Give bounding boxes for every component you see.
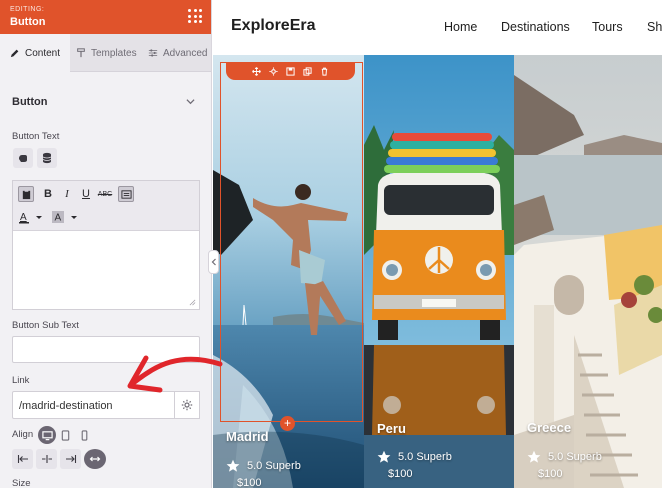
italic-button[interactable]: I (59, 186, 75, 202)
nav-home[interactable]: Home (444, 20, 477, 34)
underline-button[interactable]: U (78, 186, 94, 202)
strikethrough-button[interactable]: ABC (97, 186, 113, 202)
card-rating-text: 5.0 Superb (247, 460, 301, 472)
paste-button[interactable] (18, 186, 34, 202)
card-rating: 5.0 Superb (527, 450, 602, 464)
align-right-button[interactable] (60, 449, 81, 469)
tablet-icon (61, 429, 69, 441)
destination-card-madrid[interactable]: Madrid 5.0 Superb $100 + (213, 55, 364, 488)
align-center-button[interactable] (36, 449, 57, 469)
card-rating: 5.0 Superb (377, 450, 452, 464)
nav-shop[interactable]: Sh (647, 20, 662, 34)
toolbar-toggle-icon (120, 189, 132, 199)
paint-roller-icon (77, 48, 85, 58)
settings-icon[interactable] (269, 66, 278, 76)
card-rating: 5.0 Superb (226, 459, 301, 473)
nav-destinations[interactable]: Destinations (501, 20, 570, 34)
panel-title: Button (10, 16, 46, 28)
text-color-button[interactable]: A (18, 209, 46, 225)
panel-header: EDITING: Button (0, 0, 211, 34)
card-title: Madrid (226, 429, 269, 444)
pencil-icon (10, 49, 19, 58)
tab-advanced-label: Advanced (163, 47, 208, 59)
tab-templates-label: Templates (91, 47, 137, 59)
tab-content-label: Content (25, 47, 61, 59)
destination-card-peru[interactable]: Peru 5.0 Superb $100 (364, 55, 514, 488)
align-left-icon (17, 455, 28, 463)
add-module-button[interactable]: + (280, 416, 295, 431)
collapse-panel-handle[interactable] (208, 250, 219, 274)
star-icon (527, 450, 541, 463)
save-icon[interactable] (286, 66, 295, 76)
card-title: Greece (527, 420, 572, 435)
tab-templates[interactable]: Templates (76, 34, 137, 72)
site-logo[interactable]: ExploreEra (231, 17, 315, 35)
device-tablet-button[interactable] (56, 426, 74, 444)
nav-tours[interactable]: Tours (592, 20, 623, 34)
mobile-icon (81, 429, 87, 441)
chevron-left-icon (211, 258, 216, 266)
page-preview: ExploreEra Home Destinations Tours Sh Ma… (213, 0, 662, 488)
red-arrow-annotation (127, 355, 223, 393)
move-icon[interactable] (252, 66, 261, 76)
sliders-icon (148, 49, 158, 57)
dynamic-data-button[interactable] (37, 148, 57, 168)
device-mobile-button[interactable] (75, 426, 93, 444)
editor-panel: EDITING: Button Content Templates Advanc… (0, 0, 212, 488)
card-price: $100 (538, 468, 563, 480)
align-right-icon (65, 455, 76, 463)
star-icon (226, 459, 240, 472)
svg-text:A: A (55, 213, 62, 224)
editing-label: EDITING: (10, 6, 45, 13)
editor-toolbar: B I U ABC A A (13, 181, 199, 231)
module-toolbar (226, 62, 355, 80)
card-title: Peru (377, 421, 406, 436)
size-label: Size (12, 478, 31, 488)
database-icon (42, 152, 52, 164)
tab-content[interactable]: Content (0, 34, 70, 72)
card-price: $100 (237, 477, 262, 488)
button-text-label: Button Text (12, 131, 60, 142)
icon-picker-button[interactable] (13, 148, 33, 168)
align-left-button[interactable] (12, 449, 33, 469)
align-center-icon (41, 455, 52, 463)
card-price: $100 (388, 468, 413, 480)
align-label: Align (12, 429, 34, 440)
duplicate-icon[interactable] (303, 66, 312, 76)
resize-handle-icon[interactable] (189, 299, 196, 306)
desktop-icon (41, 430, 53, 440)
section-title: Button (12, 96, 48, 108)
delete-icon[interactable] (320, 67, 329, 76)
button-sub-text-label: Button Sub Text (12, 320, 79, 331)
module-grid-icon[interactable] (188, 9, 202, 23)
site-header: ExploreEra Home Destinations Tours Sh (213, 0, 662, 55)
card-rating-text: 5.0 Superb (398, 451, 452, 463)
tab-advanced[interactable]: Advanced (148, 34, 207, 72)
bold-button[interactable]: B (40, 186, 56, 202)
hand-icon (19, 155, 27, 162)
rich-text-editor[interactable]: B I U ABC A A (12, 180, 200, 310)
align-full-width-button[interactable] (84, 449, 106, 469)
destination-card-greece[interactable]: Greece 5.0 Superb $100 (514, 55, 662, 488)
full-width-icon (89, 456, 101, 462)
star-icon (377, 450, 391, 463)
link-label: Link (12, 375, 30, 386)
clipboard-icon (22, 189, 30, 199)
text-color-icon: A (19, 212, 42, 224)
panel-tabs: Content Templates Advanced (0, 34, 211, 72)
chevron-down-icon[interactable] (186, 97, 195, 106)
device-desktop-button[interactable] (38, 426, 56, 444)
svg-text:A: A (20, 212, 27, 223)
background-color-button[interactable]: A (51, 209, 81, 225)
card-rating-text: 5.0 Superb (548, 451, 602, 463)
highlight-color-icon: A (52, 211, 77, 224)
kitchen-sink-button[interactable] (118, 186, 134, 202)
